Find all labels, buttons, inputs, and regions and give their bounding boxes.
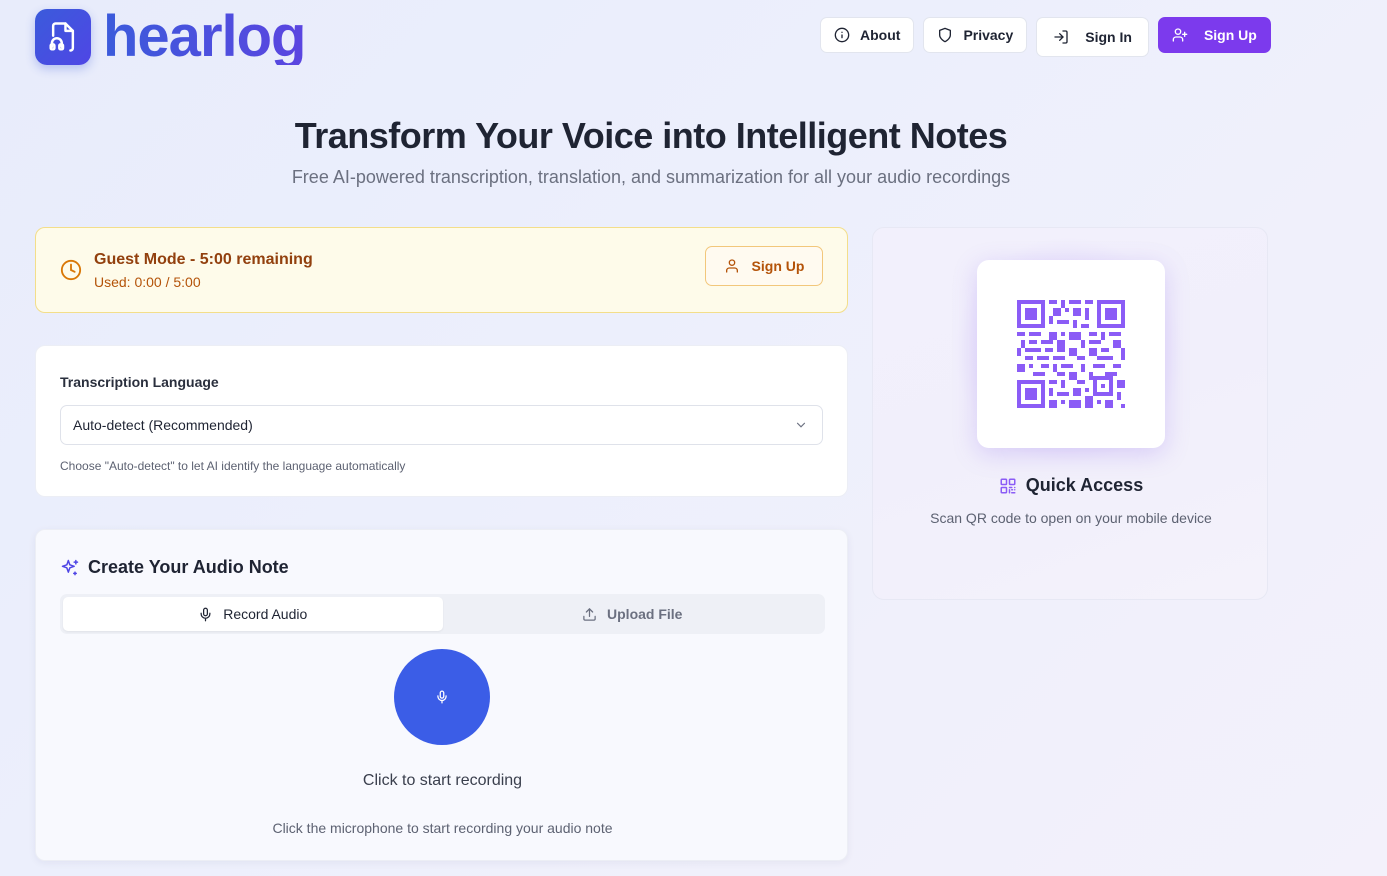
info-icon [834,27,850,43]
record-mic-button[interactable] [394,649,490,745]
qr-code-image [1017,300,1125,408]
language-selected-value: Auto-detect (Recommended) [73,417,253,433]
quick-access-header: Quick Access [873,475,1269,496]
tab-upload-file[interactable]: Upload File [443,597,823,631]
chevron-down-icon [796,422,806,428]
guest-sign-up-button[interactable]: Sign Up [705,246,823,286]
language-help-text: Choose "Auto-detect" to let AI identify … [60,459,406,473]
sign-in-label: Sign In [1085,29,1132,45]
upload-icon [583,607,596,621]
login-icon [1054,30,1068,44]
qr-code-icon [1000,478,1016,493]
sparkles-icon [61,559,79,575]
about-button[interactable]: About [820,17,915,53]
record-prompt: Click to start recording [362,772,523,789]
tab-record-label: Record Audio [223,606,308,622]
create-title: Create Your Audio Note [88,557,289,577]
language-card: Transcription Language Auto-detect (Reco… [35,345,848,497]
about-label: About [860,27,901,43]
user-plus-icon [1172,28,1188,42]
user-icon [725,259,738,273]
brand-name: hearlog [103,4,306,69]
record-help-text: Click the microphone to start recording … [272,820,613,836]
tab-upload-label: Upload File [607,606,683,622]
privacy-button[interactable]: Privacy [923,17,1028,53]
guest-mode-banner: Guest Mode - 5:00 remaining Used: 0:00 /… [35,227,848,313]
brand-logo[interactable]: hearlog [35,4,306,69]
tab-record-audio[interactable]: Record Audio [63,597,443,631]
create-header: Create Your Audio Note [60,557,289,578]
create-audio-note-card: Create Your Audio Note Record Audio Uplo… [35,529,848,861]
language-label: Transcription Language [60,374,219,390]
privacy-label: Privacy [963,27,1014,43]
sign-up-button[interactable]: Sign Up [1157,17,1271,53]
clock-icon [60,259,82,281]
sign-in-button[interactable]: Sign In [1036,17,1149,57]
file-headphones-icon [35,9,91,65]
guest-usage-text: Used: 0:00 / 5:00 [94,273,201,290]
top-nav: About Privacy Sign In Sign Up [820,17,1271,57]
language-select[interactable]: Auto-detect (Recommended) [60,405,823,445]
quick-access-card: Quick Access Scan QR code to open on you… [872,227,1268,600]
guest-mode-title: Guest Mode - 5:00 remaining [94,250,313,268]
sign-up-label: Sign Up [1203,27,1257,43]
quick-access-subtitle: Scan QR code to open on your mobile devi… [930,510,1212,526]
input-mode-tabs: Record Audio Upload File [60,594,825,634]
hero-subtitle: Free AI-powered transcription, translati… [291,167,1011,187]
shield-icon [939,27,952,43]
qr-code [977,260,1165,448]
quick-access-title: Quick Access [1025,475,1144,495]
mic-icon [200,607,211,621]
hero-title: Transform Your Voice into Intelligent No… [294,115,1008,156]
guest-sign-up-label: Sign Up [751,258,805,274]
mic-icon [437,690,447,704]
